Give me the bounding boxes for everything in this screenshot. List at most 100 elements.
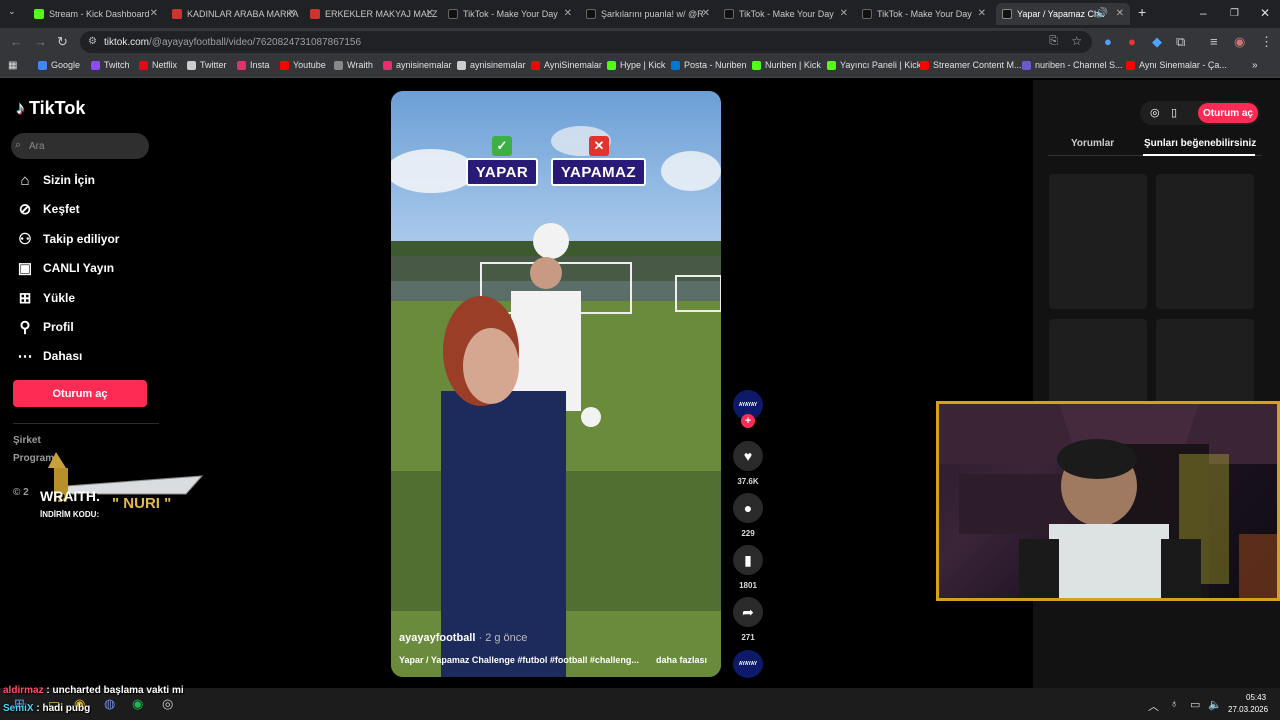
tab-suggestions[interactable]: Şunları beğenebilirsiniz [1144,138,1256,149]
follow-plus-icon[interactable]: + [741,414,755,428]
speaker-icon[interactable]: 🔊 [1096,8,1108,19]
close-icon[interactable]: ✕ [426,8,434,19]
bookmark-label: Yayıncı Paneli | Kick [840,60,922,70]
media-icon[interactable]: ≡ [1210,34,1218,49]
caption-more-link[interactable]: daha fazlası [656,655,707,665]
close-window-icon[interactable]: ✕ [1260,6,1270,20]
minimize-icon[interactable]: – [1200,6,1207,20]
discord-icon[interactable]: ◍ [104,696,115,712]
nav-item-following[interactable]: ⚇ Takip ediliyor [15,228,119,250]
new-tab-button[interactable]: + [1138,4,1146,20]
tab-title: KADINLAR ARABA MARKA [187,9,299,19]
browser-tab[interactable]: ERKEKLER MAKYAJ MALZ ✕ [304,3,440,25]
maximize-icon[interactable]: ❐ [1230,8,1239,19]
share-arrow-icon[interactable]: ➦ [733,597,763,627]
close-icon[interactable]: ✕ [150,8,158,19]
post-age: · 2 g önce [478,632,528,644]
browser-tab[interactable]: TikTok - Make Your Day ✕ [442,3,578,25]
close-icon[interactable]: ✕ [702,8,710,19]
tab-search-icon[interactable]: ⌄ [8,6,16,17]
video-caption: Yapar / Yapamaz Challenge #futbol #footb… [399,655,639,665]
bookmark-item[interactable]: Hype | Kick [607,60,665,70]
bookmark-item[interactable]: Wraith [334,60,373,70]
bookmark-item[interactable]: nuriben - Channel S... [1022,60,1123,70]
bookmark-item[interactable]: Netflix [139,60,177,70]
microphone-icon[interactable]: ♁ [1170,698,1178,710]
bookmark-item[interactable]: AyniSinemalar [531,60,602,70]
music-disc-avatar[interactable]: AYAYAY [733,650,763,678]
bookmark-item[interactable]: Aynı Sinemalar - Ça... [1126,60,1227,70]
bookmark-item[interactable]: Twitch [91,60,130,70]
tray-chevron-icon[interactable]: ︿ [1148,698,1159,714]
close-icon[interactable]: ✕ [1116,8,1124,19]
reload-icon[interactable]: ↻ [57,34,68,50]
clock-date[interactable]: 27.03.2026 [1228,705,1268,714]
monitor-icon[interactable]: ▭ [1190,698,1200,711]
extensions-puzzle-icon[interactable]: ⧉ [1176,34,1185,50]
tiktok-logo[interactable]: ♪ TikTok [16,98,85,119]
extension-icon[interactable]: ● [1128,34,1136,49]
bookmark-item[interactable]: Google [38,60,80,70]
bookmark-item[interactable]: Nuriben | Kick [752,60,821,70]
nav-item-more[interactable]: ⋯ Dahası [15,345,83,367]
bookmark-item[interactable]: Posta - Nuriben [671,60,747,70]
bookmark-item[interactable]: aynisinemalar [383,60,452,70]
browser-tab[interactable]: TikTok - Make Your Day ✕ [718,3,854,25]
nav-item-explore[interactable]: ⊘ Keşfet [15,198,80,220]
more-bookmarks-icon[interactable]: » [1252,60,1258,71]
app-icon[interactable]: ◎ [162,696,173,712]
browser-tab[interactable]: Şarkılarını puanla! w/ @R ✕ [580,3,716,25]
browser-tab[interactable]: TikTok - Make Your Day ✕ [856,3,992,25]
profile-avatar-icon[interactable]: ◉ [1234,34,1245,50]
nav-item-live[interactable]: ▣ CANLI Yayın [15,257,114,279]
tab-comments[interactable]: Yorumlar [1071,138,1114,149]
search-input[interactable]: ⌕ Ara [11,133,149,159]
spotify-icon[interactable]: ◉ [132,696,143,712]
browser-tab-active[interactable]: Yapar / Yapamaz Cha 🔊 ✕ [996,3,1130,25]
bookmark-item[interactable]: Twitter [187,60,227,70]
bookmark-item[interactable]: Yayıncı Paneli | Kick [827,60,921,70]
bookmark-item[interactable]: Insta [237,60,270,70]
volume-icon[interactable]: 🔈 [1208,698,1222,711]
suggested-video-thumb[interactable] [1156,174,1254,309]
clock-time[interactable]: 05:43 [1246,693,1266,702]
bookmark-icon[interactable]: ▮ [733,545,763,575]
author-username[interactable]: ayayayfootball [399,632,475,644]
close-icon[interactable]: ✕ [840,8,848,19]
bookmark-item[interactable]: Youtube [280,60,326,70]
cross-icon: ✕ [589,136,609,156]
nav-label: Sizin İçin [43,173,96,187]
video-author[interactable]: ayayayfootball · 2 g önce [399,632,527,644]
address-bar[interactable]: ⚙ tiktok.com/@ayayayfootball/video/76208… [80,31,1092,53]
bookmark-favicon-icon [237,60,246,70]
shield-icon[interactable]: ◆ [1152,34,1162,50]
close-icon[interactable]: ✕ [564,8,572,19]
nav-item-for-you[interactable]: ⌂ Sizin İçin [15,169,95,191]
menu-kebab-icon[interactable]: ⋮ [1260,34,1273,50]
nav-item-profile[interactable]: ⚲ Profil [15,316,74,338]
nav-item-upload[interactable]: ⊞ Yükle [15,287,75,309]
bookmark-star-icon[interactable]: ☆ [1071,34,1082,48]
back-icon[interactable]: ← [10,34,23,49]
browser-tab[interactable]: KADINLAR ARABA MARKA ✕ [166,3,302,25]
coin-icon[interactable]: ◎ [1150,106,1160,119]
install-app-icon[interactable]: ⎘ [1049,35,1058,48]
login-button[interactable]: Oturum aç [13,380,147,407]
comment-bubble-icon[interactable]: ● [733,493,763,523]
close-icon[interactable]: ✕ [288,8,296,19]
phone-icon[interactable]: ▯ [1171,106,1177,119]
close-icon[interactable]: ✕ [978,8,986,19]
top-login-button[interactable]: Oturum aç [1198,103,1258,123]
apps-grid-icon[interactable]: ▦ [8,60,17,71]
footer-link-company[interactable]: Şirket [13,435,41,446]
bookmark-item[interactable]: Streamer Content M... [920,60,1022,70]
bookmark-item[interactable]: aynisinemalar [457,60,526,70]
video-player[interactable]: ✓ ✕ YAPAR YAPAMAZ ayayayfootball · 2 g ö… [391,91,721,677]
forward-icon[interactable]: → [34,34,47,49]
bookmarks-bar: ▦ Google Twitch Netflix Twitter Insta Yo… [0,56,1280,78]
like-heart-icon[interactable]: ♥ [733,441,763,471]
site-info-icon[interactable]: ⚙ [88,36,97,47]
extension-icon[interactable]: ● [1104,34,1112,49]
suggested-video-thumb[interactable] [1049,174,1147,309]
browser-tab[interactable]: Stream - Kick Dashboard ✕ [28,3,164,25]
